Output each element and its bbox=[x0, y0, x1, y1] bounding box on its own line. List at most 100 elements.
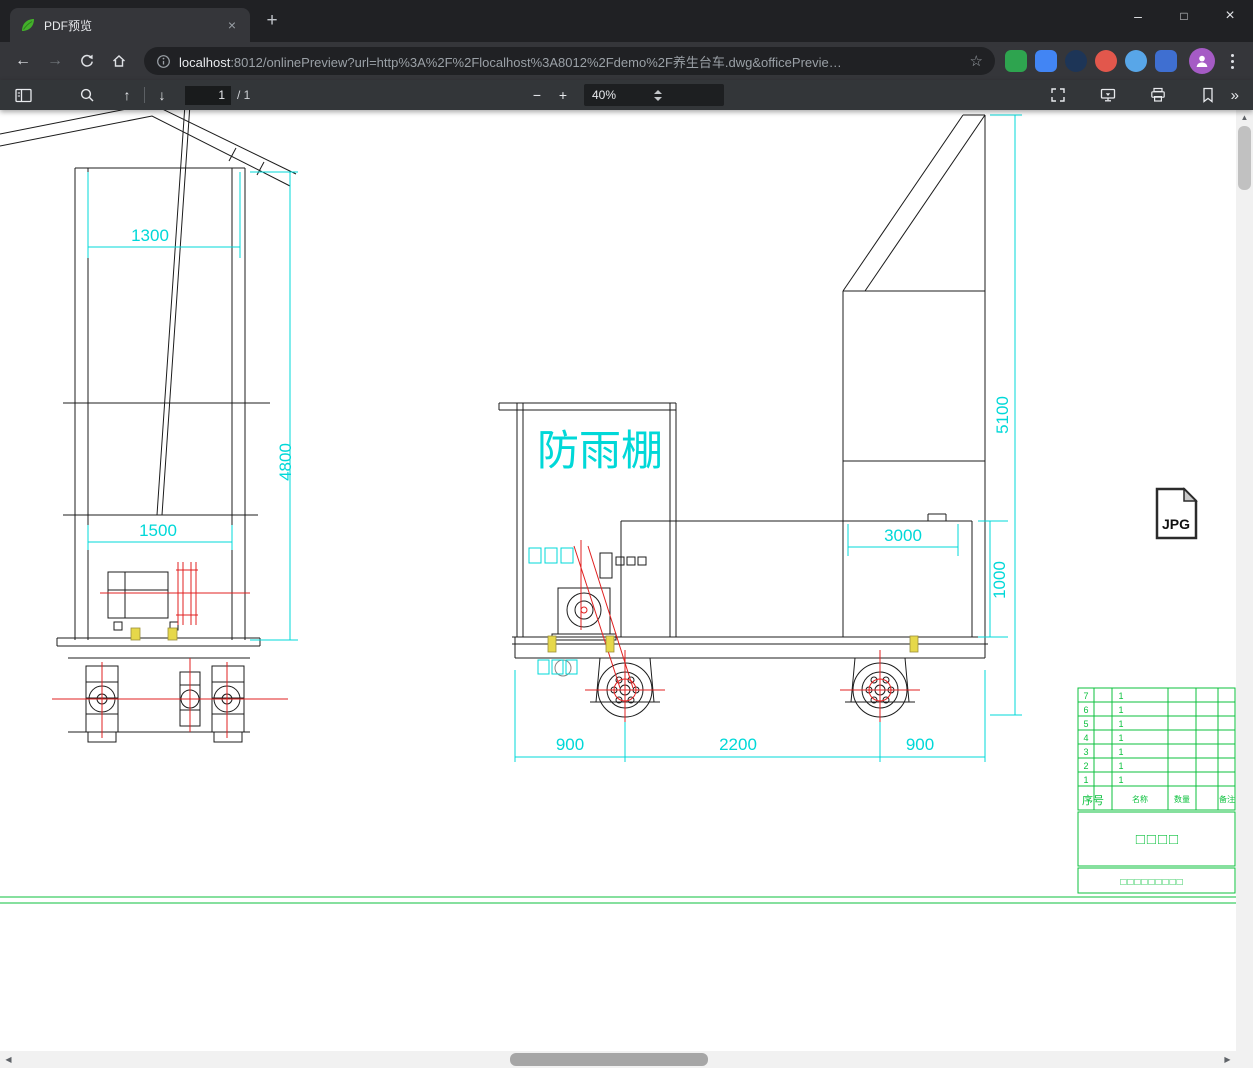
scroll-right-arrow-icon[interactable]: ▶ bbox=[1219, 1051, 1236, 1068]
vertical-scrollbar[interactable]: ▲ ▼ bbox=[1236, 110, 1253, 1068]
jpg-file-icon: JPG bbox=[1155, 487, 1198, 540]
row-number: 6 bbox=[1083, 705, 1088, 715]
dim-2200: 2200 bbox=[719, 735, 757, 754]
fullscreen-button[interactable] bbox=[1045, 82, 1071, 108]
side-view-black-lines bbox=[498, 114, 988, 718]
presentation-button[interactable] bbox=[1095, 82, 1121, 108]
row-qty: 1 bbox=[1118, 761, 1123, 771]
maximize-button[interactable]: □ bbox=[1161, 0, 1207, 32]
home-icon bbox=[113, 55, 125, 67]
navigation-bar: ← → localhost:8012/onlinePreview?url=htt… bbox=[0, 42, 1253, 80]
front-view-dim-text: 1300 4800 1500 bbox=[131, 226, 295, 540]
reload-icon bbox=[81, 54, 93, 67]
extension-icon-1[interactable] bbox=[1005, 50, 1027, 72]
row-number: 2 bbox=[1083, 761, 1088, 771]
row-number: 3 bbox=[1083, 747, 1088, 757]
url-path: :8012/onlinePreview?url=http%3A%2F%2Floc… bbox=[230, 54, 842, 70]
dim-900-left: 900 bbox=[556, 735, 584, 754]
tab-close-icon[interactable]: × bbox=[224, 17, 240, 33]
front-view-black-lines bbox=[0, 110, 297, 743]
forward-button[interactable]: → bbox=[40, 46, 70, 76]
page-number-input[interactable] bbox=[185, 85, 231, 105]
search-icon bbox=[80, 88, 94, 102]
page-down-button[interactable]: ↓ bbox=[149, 82, 175, 108]
title-block-text: 7 6 5 4 3 2 1 1 1 1 1 1 1 1 序号 名称 数量 备注 … bbox=[1082, 691, 1235, 888]
close-button[interactable]: × bbox=[1207, 0, 1253, 32]
browser-tab[interactable]: PDF预览 × bbox=[10, 8, 250, 42]
presentation-icon bbox=[1100, 88, 1115, 102]
page-count-label: / 1 bbox=[237, 88, 251, 102]
reload-button[interactable] bbox=[72, 46, 102, 76]
home-button[interactable] bbox=[104, 46, 134, 76]
extension-icon-4[interactable] bbox=[1095, 50, 1117, 72]
extension-icon-5[interactable] bbox=[1125, 50, 1147, 72]
row-number: 5 bbox=[1083, 719, 1088, 729]
search-button[interactable] bbox=[74, 82, 100, 108]
side-view-text: 防雨棚 3000 1000 5100 900 2200 900 bbox=[537, 396, 1012, 754]
scrollbar-corner bbox=[1236, 1051, 1253, 1068]
dim-1000: 1000 bbox=[990, 561, 1009, 599]
toolbar-divider bbox=[144, 87, 145, 103]
fullscreen-icon bbox=[1050, 88, 1065, 102]
print-icon bbox=[1150, 87, 1165, 102]
qty-header: 数量 bbox=[1174, 794, 1190, 804]
page-info-icon[interactable] bbox=[156, 54, 171, 69]
zoom-level-select[interactable]: 40% bbox=[584, 84, 724, 106]
row-qty: 1 bbox=[1118, 691, 1123, 701]
title-block-footer: □□□□□□□□□ bbox=[1120, 877, 1183, 888]
seq-header: 序号 bbox=[1082, 793, 1104, 807]
zoom-in-button[interactable]: + bbox=[550, 82, 576, 108]
zoom-level-value: 40% bbox=[592, 88, 617, 102]
dim-4800: 4800 bbox=[276, 443, 295, 481]
row-number: 7 bbox=[1083, 691, 1088, 701]
more-tools-button[interactable]: » bbox=[1227, 87, 1243, 104]
extension-icon-6[interactable] bbox=[1155, 50, 1177, 72]
title-block-title: □□□□ bbox=[1136, 831, 1180, 848]
vertical-scrollbar-thumb[interactable] bbox=[1238, 126, 1251, 190]
dim-1500: 1500 bbox=[139, 521, 177, 540]
new-tab-button[interactable]: + bbox=[258, 8, 286, 36]
extension-icon-2[interactable] bbox=[1035, 50, 1057, 72]
jpg-label: JPG bbox=[1162, 516, 1190, 532]
front-view-centerlines bbox=[52, 562, 288, 738]
back-button[interactable]: ← bbox=[8, 46, 38, 76]
extension-icon-3[interactable] bbox=[1065, 50, 1087, 72]
dim-5100: 5100 bbox=[993, 396, 1012, 434]
zoom-controls: − + 40% bbox=[524, 80, 724, 110]
row-qty: 1 bbox=[1118, 719, 1123, 729]
row-qty: 1 bbox=[1118, 747, 1123, 757]
scroll-left-arrow-icon[interactable]: ◀ bbox=[0, 1051, 17, 1068]
horizontal-scrollbar[interactable]: ◀ ▶ bbox=[0, 1051, 1236, 1068]
canopy-label: 防雨棚 bbox=[537, 427, 663, 474]
bookmark-icon bbox=[1203, 87, 1213, 103]
window-controls: – □ × bbox=[1115, 0, 1253, 32]
leaf-favicon-icon bbox=[22, 19, 34, 31]
minimize-button[interactable]: – bbox=[1115, 0, 1161, 32]
tab-title: PDF预览 bbox=[44, 18, 93, 33]
cad-drawing-canvas: 1300 4800 1500 防雨棚 3000 1000 5100 900 22… bbox=[0, 110, 1236, 904]
page-up-button[interactable]: ↑ bbox=[114, 82, 140, 108]
titlebar: PDF预览 × + – □ × bbox=[0, 0, 1253, 42]
toolbar-right-group: » bbox=[1045, 82, 1243, 108]
row-qty: 1 bbox=[1118, 775, 1123, 785]
row-qty: 1 bbox=[1118, 733, 1123, 743]
horizontal-scrollbar-thumb[interactable] bbox=[510, 1053, 708, 1066]
sidebar-toggle-icon bbox=[14, 88, 32, 102]
zoom-out-button[interactable]: − bbox=[524, 82, 550, 108]
address-bar[interactable]: localhost:8012/onlinePreview?url=http%3A… bbox=[144, 47, 995, 75]
url-host: localhost bbox=[179, 54, 231, 70]
name-header: 名称 bbox=[1132, 794, 1148, 804]
print-button[interactable] bbox=[1145, 82, 1171, 108]
sidebar-toggle-button[interactable] bbox=[10, 82, 36, 108]
extensions-row bbox=[1005, 50, 1177, 72]
pdf-viewer-toolbar: ↑ ↓ / 1 − + 40% bbox=[0, 80, 1253, 110]
browser-window: PDF预览 × + – □ × ← → localhost:8012/onlin… bbox=[0, 0, 1253, 1079]
person-icon bbox=[1196, 55, 1208, 67]
profile-avatar[interactable] bbox=[1189, 48, 1215, 74]
browser-menu-icon[interactable] bbox=[1223, 48, 1241, 74]
scroll-up-arrow-icon[interactable]: ▲ bbox=[1236, 110, 1253, 125]
row-number: 4 bbox=[1083, 733, 1088, 743]
save-bookmark-button[interactable] bbox=[1195, 82, 1221, 108]
row-number: 1 bbox=[1083, 775, 1088, 785]
bookmark-star-icon[interactable]: ☆ bbox=[970, 52, 983, 70]
